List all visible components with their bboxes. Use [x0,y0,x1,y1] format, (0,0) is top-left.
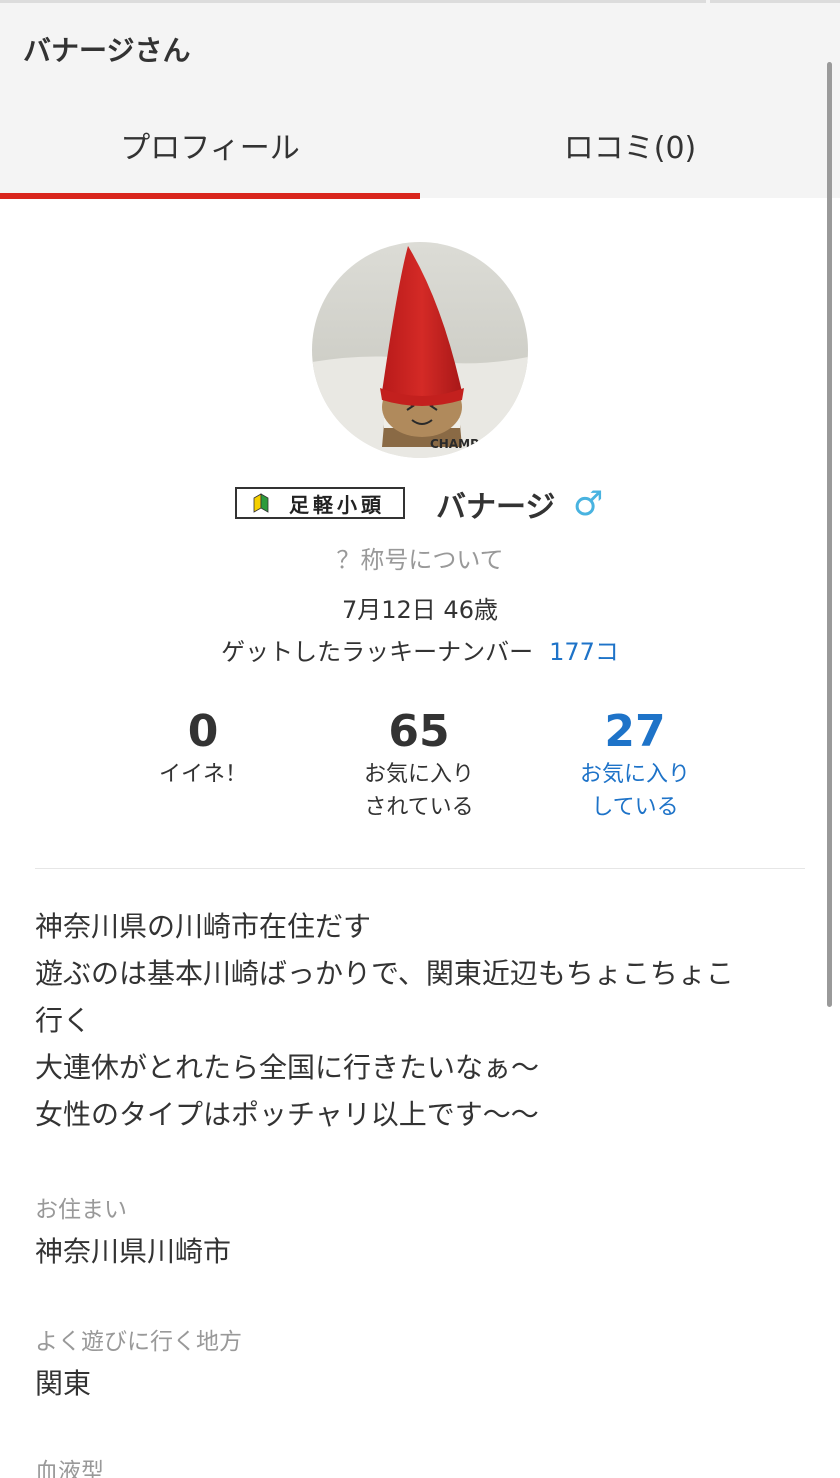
header: バナージさん プロフィール ロコミ(0) [0,3,840,199]
tab-reviews[interactable]: ロコミ(0) [420,95,840,195]
stat-favorited: 65 お気に入り されている [319,706,519,824]
favorited-count: 65 [388,706,450,757]
male-gender-icon: ♂ [573,484,604,524]
active-tab-indicator [0,193,420,199]
bio-line: 大連休がとれたら全国に行きたいなぁ〜 [35,1051,540,1084]
favorited-label-line1: お気に入り [363,762,474,787]
stat-likes: 0 イイネ！ [103,706,303,791]
beginner-leaf-icon [253,492,269,519]
avatar[interactable]: CHAMP [312,242,528,458]
title-info-link[interactable]: ？称号について [0,540,840,575]
svg-text:CHAMP: CHAMP [430,437,479,451]
favoriting-label-line1[interactable]: お気に入り [535,758,735,791]
stat-favoriting[interactable]: 27 お気に入り している [535,706,735,824]
divider [35,868,805,869]
bio-line: 行く [35,1004,92,1037]
avatar-image: CHAMP [312,242,528,458]
bio-line: 遊ぶのは基本川崎ばっかりで、関東近辺もちょこちょこ [35,957,734,990]
lucky-number-count[interactable]: 177コ [549,638,619,666]
favoriting-count[interactable]: 27 [535,706,735,758]
frequent-region-value: 関東 [35,1367,92,1400]
lucky-number-row: ゲットしたラッキーナンバー 177コ [0,632,840,667]
favoriting-label-line2[interactable]: している [535,791,735,824]
bio-text: 神奈川県の川崎市在住だす 遊ぶのは基本川崎ばっかりで、関東近辺もちょこちょこ 行… [35,903,805,1138]
profile-page: バナージさん プロフィール ロコミ(0) CHAMP 足軽小頭 バナージ ♂ ？… [0,0,840,1478]
residence-value: 神奈川県川崎市 [35,1235,232,1268]
scrollbar[interactable] [827,62,832,1007]
residence-label: お住まい [35,1197,127,1223]
blood-type-label: 血液型 [35,1459,104,1478]
name-row: 足軽小頭 バナージ ♂ [0,482,840,526]
tab-profile[interactable]: プロフィール [0,95,420,195]
rank-badge-label: 足軽小頭 [289,492,385,517]
lucky-number-label: ゲットしたラッキーナンバー [221,638,534,666]
likes-count: 0 [187,706,219,757]
favorited-label-line2: されている [364,795,474,820]
rank-badge[interactable]: 足軽小頭 [235,487,405,519]
page-title: バナージさん [23,34,191,67]
likes-label: イイネ！ [158,762,247,787]
user-name: バナージ [436,490,556,525]
bio-line: 女性のタイプはポッチャリ以上です〜〜 [35,1098,539,1131]
bio-line: 神奈川県の川崎市在住だす [35,910,372,943]
birthday-age: 7月12日 46歳 [342,596,498,624]
frequent-region-label: よく遊びに行く地方 [35,1329,242,1355]
